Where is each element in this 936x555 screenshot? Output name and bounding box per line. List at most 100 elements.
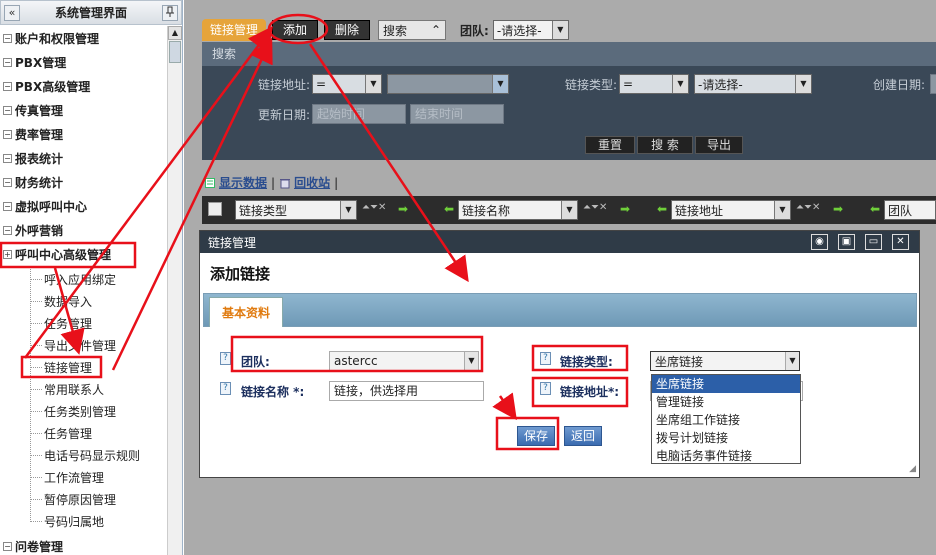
sidebar-item-export-files[interactable]: 导出文件管理: [44, 335, 116, 355]
arrow-right-icon[interactable]: ➡: [620, 202, 630, 216]
arrow-left-icon[interactable]: ⬅: [870, 202, 880, 216]
dropdown-option[interactable]: 管理链接: [652, 393, 800, 411]
sidebar-category-report[interactable]: − 报表统计: [0, 148, 63, 168]
collapse-toggle-icon[interactable]: −: [3, 129, 12, 139]
sidebar-category-cc-advanced[interactable]: + 呼叫中心高级管理: [0, 244, 111, 264]
team-select[interactable]: astercc ▼: [329, 351, 479, 371]
column-select-link-type[interactable]: 链接类型 ▼: [235, 200, 357, 220]
scroll-thumb[interactable]: [169, 41, 181, 63]
sidebar-category-outbound[interactable]: − 外呼营销: [0, 220, 63, 240]
column-sort-controls[interactable]: ⏶⏷✕: [583, 202, 607, 213]
select-all-checkbox[interactable]: [208, 202, 222, 216]
maximize-icon[interactable]: ▣: [838, 234, 855, 250]
search-button[interactable]: 搜 索: [637, 136, 693, 154]
collapse-toggle-icon[interactable]: −: [3, 81, 12, 91]
column-select-link-address[interactable]: 链接地址 ▼: [671, 200, 791, 220]
team-filter-value: -请选择-: [496, 23, 542, 38]
recycle-bin-icon: [280, 178, 291, 188]
link-address-operator-select[interactable]: = ▼: [312, 74, 382, 94]
collapse-toggle-icon[interactable]: −: [3, 153, 12, 163]
dropdown-option[interactable]: 坐席组工作链接: [652, 411, 800, 429]
help-icon[interactable]: ?: [540, 382, 551, 395]
created-date-input[interactable]: [930, 74, 936, 94]
sidebar-category-account[interactable]: − 账户和权限管理: [0, 28, 99, 48]
arrow-right-icon[interactable]: ➡: [833, 202, 843, 216]
arrow-left-icon[interactable]: ⬅: [444, 202, 454, 216]
sidebar-category-survey[interactable]: − 问卷管理: [0, 536, 63, 555]
resize-grip-icon[interactable]: ◢: [909, 464, 916, 474]
sidebar-item-contacts[interactable]: 常用联系人: [44, 379, 104, 399]
recycle-bin-link[interactable]: 回收站: [294, 174, 330, 191]
reset-button[interactable]: 重置: [585, 136, 635, 154]
restore-icon[interactable]: ▭: [865, 234, 882, 250]
pin-icon[interactable]: [162, 4, 178, 21]
scroll-up-icon[interactable]: ▲: [168, 26, 182, 40]
export-button[interactable]: 导出: [695, 136, 743, 154]
link-address-value-select[interactable]: ▼: [387, 74, 509, 94]
collapse-toggle-icon[interactable]: −: [3, 33, 12, 43]
sidebar-category-label: PBX高级管理: [15, 79, 91, 94]
arrow-right-icon[interactable]: ➡: [398, 202, 408, 216]
link-type-dropdown[interactable]: 坐席链接 管理链接 坐席组工作链接 拨号计划链接 电脑话务事件链接: [651, 374, 801, 464]
link-type-select[interactable]: 坐席链接 ▼: [650, 351, 800, 371]
data-links-bar: 显示数据 | 回收站 |: [204, 174, 338, 191]
team-filter-select[interactable]: -请选择- ▼: [492, 20, 569, 40]
updated-start-input[interactable]: 起始时间: [312, 104, 406, 124]
sidebar-item-number-location[interactable]: 号码归属地: [44, 511, 104, 531]
sidebar-item-task-category[interactable]: 任务类别管理: [44, 401, 116, 421]
sidebar-item-task-management-2[interactable]: 任务管理: [44, 423, 92, 443]
dialog-titlebar[interactable]: 链接管理 ◉ ▣ ▭ ✕: [200, 231, 919, 253]
sidebar-scrollbar[interactable]: ▲: [167, 26, 182, 555]
sidebar-item-inbound-binding[interactable]: 呼入应用绑定: [44, 269, 116, 289]
column-select-link-name[interactable]: 链接名称 ▼: [458, 200, 578, 220]
tab-link-management[interactable]: 链接管理: [202, 19, 267, 41]
sidebar-category-rate[interactable]: − 费率管理: [0, 124, 63, 144]
link-name-input[interactable]: 链接，供选择用: [329, 381, 484, 401]
close-icon[interactable]: ✕: [892, 234, 909, 250]
back-button[interactable]: 返回: [564, 426, 602, 446]
collapse-toggle-icon[interactable]: −: [3, 105, 12, 115]
column-sort-controls[interactable]: ⏶⏷✕: [796, 202, 820, 213]
search-panel: 搜索 链接地址: = ▼ ▼ 链接类型: = ▼ -请选择- ▼ 创建日期: 更…: [202, 42, 936, 160]
help-icon[interactable]: ?: [540, 352, 551, 365]
add-button[interactable]: 添加: [272, 20, 319, 40]
collapse-toggle-icon[interactable]: −: [3, 177, 12, 187]
help-icon[interactable]: ?: [220, 352, 231, 365]
sidebar-item-data-import[interactable]: 数据导入: [44, 291, 92, 311]
link-type-operator-select[interactable]: = ▼: [619, 74, 689, 94]
collapse-toggle-icon[interactable]: −: [3, 201, 12, 211]
link-type-value: -请选择-: [698, 77, 743, 92]
link-type-value-select[interactable]: -请选择- ▼: [694, 74, 812, 94]
sidebar-category-fax[interactable]: − 传真管理: [0, 100, 63, 120]
sidebar-item-link-management[interactable]: 链接管理: [44, 357, 92, 377]
search-toggle-button[interactable]: 搜索 ⌃: [378, 20, 447, 40]
sidebar-item-workflow[interactable]: 工作流管理: [44, 467, 104, 487]
dropdown-option[interactable]: 拨号计划链接: [652, 429, 800, 447]
arrow-left-icon[interactable]: ⬅: [657, 202, 667, 216]
show-data-link[interactable]: 显示数据: [219, 174, 267, 191]
help-icon[interactable]: ?: [220, 382, 231, 395]
sidebar-item-task-management[interactable]: 任务管理: [44, 313, 92, 333]
collapse-toggle-icon[interactable]: −: [3, 541, 12, 551]
expand-toggle-icon[interactable]: +: [3, 249, 12, 259]
delete-button[interactable]: 删除: [324, 20, 371, 40]
chevron-up-icon: ⌃: [430, 23, 442, 37]
collapse-toggle-icon[interactable]: −: [3, 225, 12, 235]
tab-basic-info[interactable]: 基本资料: [209, 297, 284, 328]
sidebar-item-number-display-rules[interactable]: 电话号码显示规则: [44, 445, 140, 465]
sidebar-category-pbx[interactable]: − PBX管理: [0, 52, 66, 72]
collapse-toggle-icon[interactable]: −: [3, 57, 12, 67]
dropdown-option[interactable]: 电脑话务事件链接: [652, 447, 800, 465]
minimize-icon[interactable]: ◉: [811, 234, 828, 250]
save-button[interactable]: 保存: [517, 426, 555, 446]
sidebar-category-virtual-cc[interactable]: − 虚拟呼叫中心: [0, 196, 87, 216]
dropdown-option[interactable]: 坐席链接: [652, 375, 800, 393]
sidebar-category-pbx-advanced[interactable]: − PBX高级管理: [0, 76, 90, 96]
column-sort-controls[interactable]: ⏶⏷✕: [362, 202, 386, 213]
column-select-team[interactable]: 团队: [884, 200, 936, 220]
sidebar-item-pause-reasons[interactable]: 暂停原因管理: [44, 489, 116, 509]
updated-end-input[interactable]: 结束时间: [410, 104, 504, 124]
sidebar-category-finance[interactable]: − 财务统计: [0, 172, 63, 192]
column-label: 链接类型: [239, 203, 288, 218]
collapse-icon[interactable]: «: [4, 4, 20, 21]
